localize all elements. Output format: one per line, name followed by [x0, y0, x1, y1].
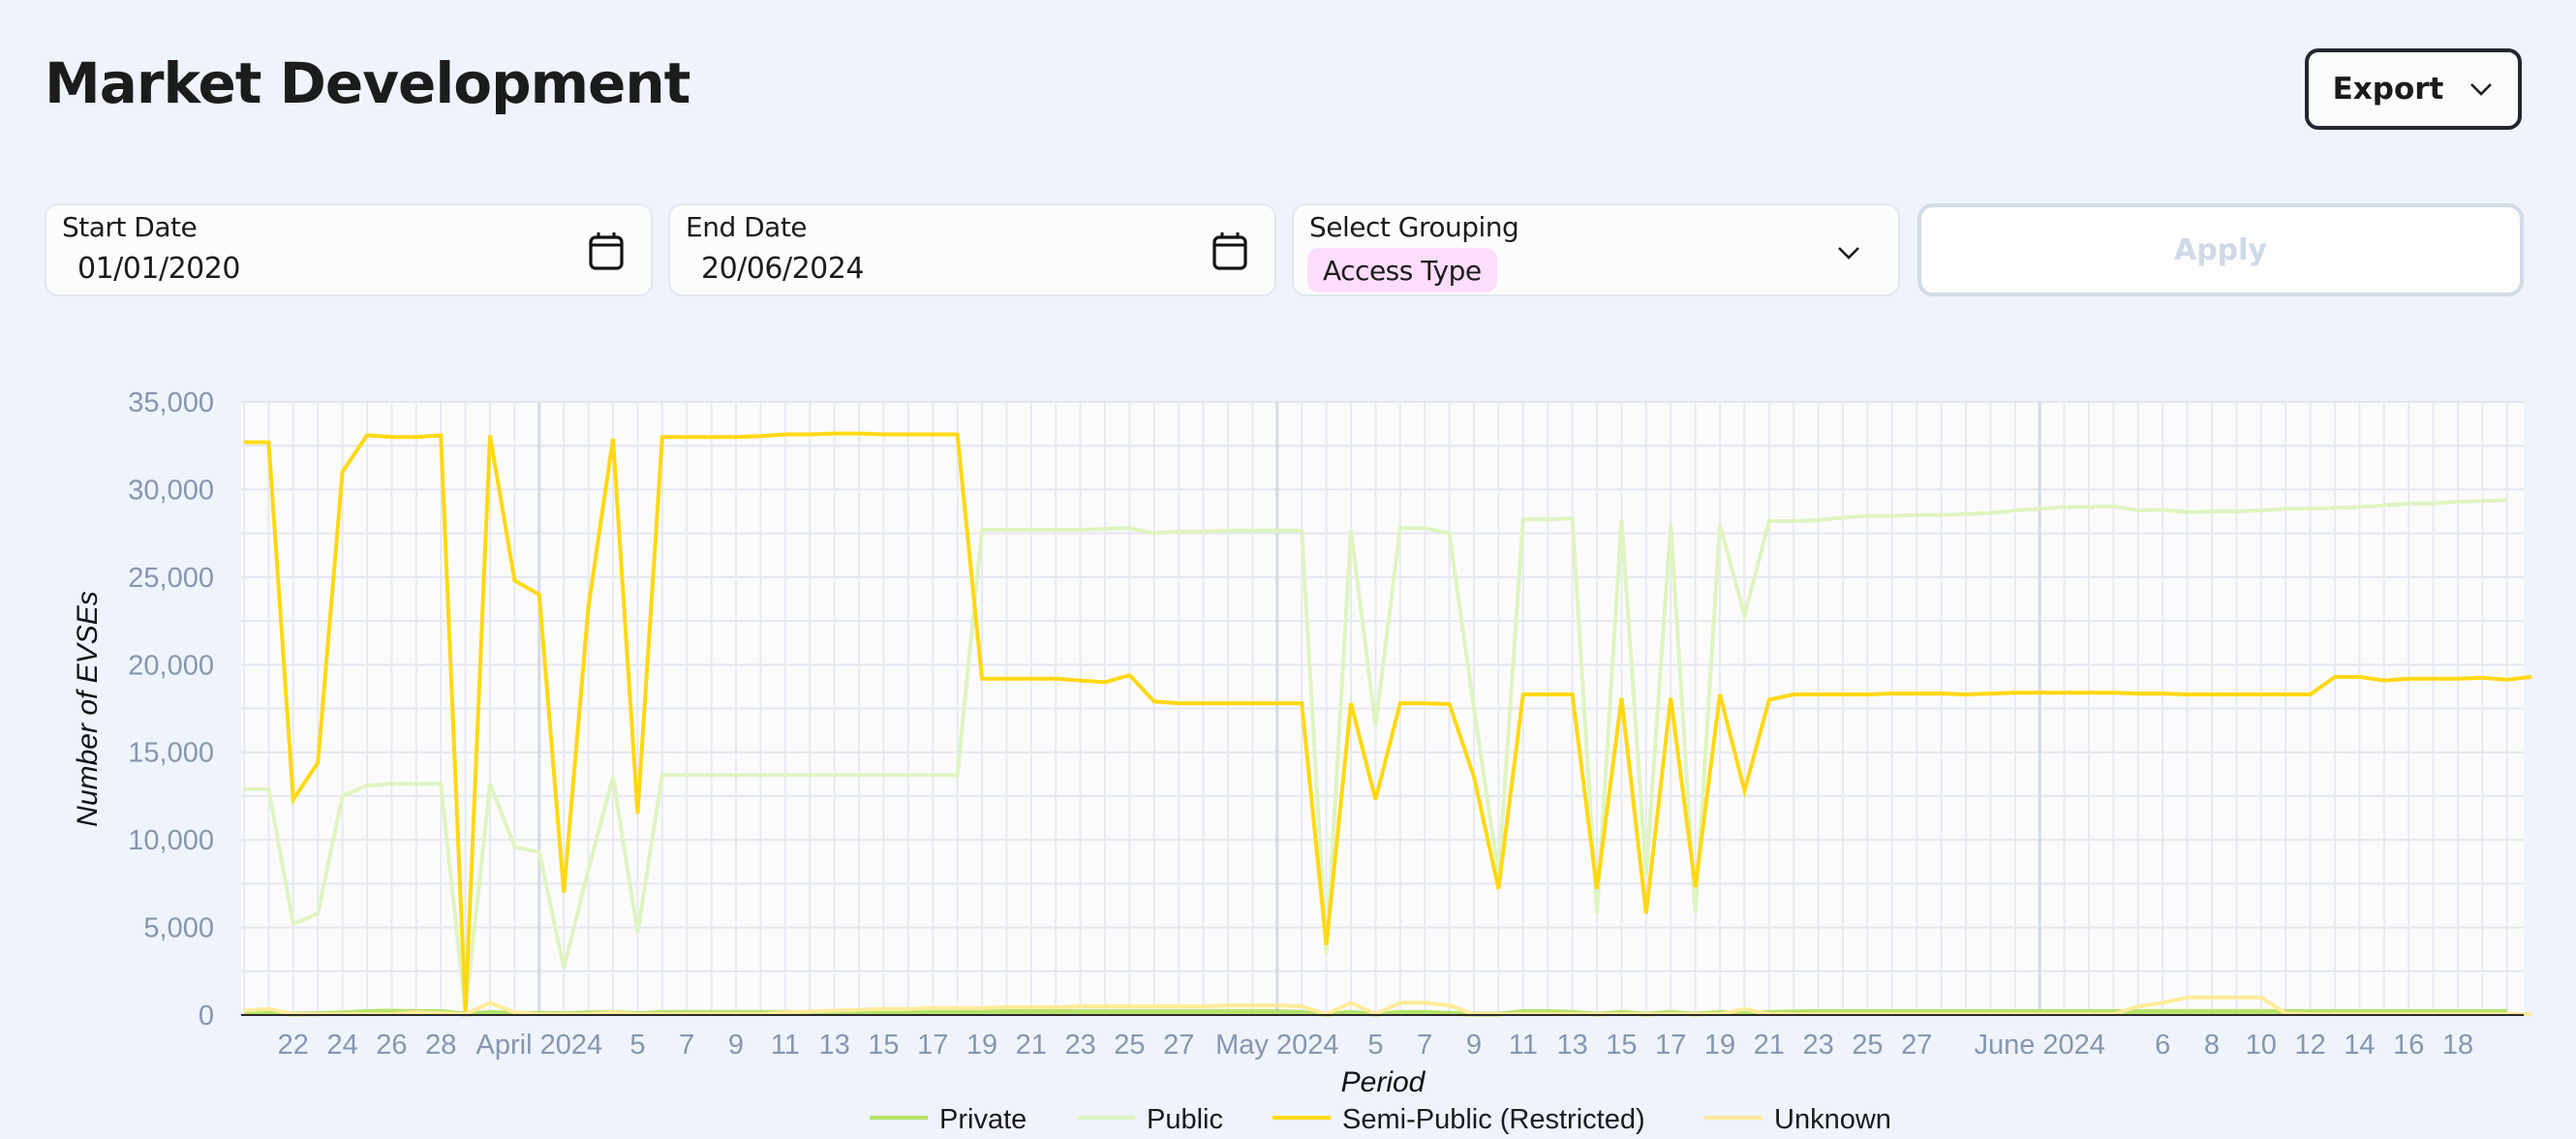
- x-axis-ticks: 22 24 26 28 April 2024 5 7 9 11 13 15 17 19 21 23 25 27 M…: [278, 1030, 2473, 1061]
- x-tick-label: 27: [1901, 1030, 1932, 1061]
- x-tick-label: 7: [1417, 1030, 1432, 1061]
- legend-item: Public: [1077, 1104, 1223, 1135]
- start-date-value: 01/01/2020: [77, 252, 240, 286]
- x-tick-label: May 2024: [1215, 1030, 1338, 1061]
- x-tick-label: April 2024: [476, 1030, 603, 1061]
- x-tick-label: 17: [917, 1030, 948, 1061]
- y-tick-label: 15,000: [128, 738, 214, 769]
- export-label: Export: [2332, 72, 2444, 107]
- legend-label: Private: [939, 1104, 1027, 1135]
- x-tick-label: 11: [771, 1030, 800, 1061]
- end-date-label: End Date: [686, 211, 808, 243]
- y-tick-label: 0: [199, 1000, 214, 1031]
- legend-item: Semi-Public (Restricted): [1273, 1104, 1645, 1135]
- x-axis-title: Period: [1341, 1066, 1426, 1098]
- x-tick-label: 15: [1606, 1030, 1637, 1061]
- x-tick-label: 23: [1802, 1030, 1833, 1061]
- x-tick-label: 19: [966, 1030, 997, 1061]
- y-tick-label: 20,000: [128, 650, 214, 681]
- line-chart: 0 5,000 10,000 15,000 20,000 25,000 30,000 35,0…: [72, 387, 2532, 1135]
- export-button[interactable]: Export: [2305, 48, 2522, 130]
- grouping-chip-access-type[interactable]: Access Type: [1307, 248, 1497, 292]
- x-tick-label: 15: [868, 1030, 899, 1061]
- x-tick-label: 9: [728, 1030, 744, 1061]
- y-tick-label: 35,000: [128, 387, 214, 418]
- x-tick-label: 5: [629, 1030, 645, 1061]
- grouping-select[interactable]: Select Grouping Access Type: [1292, 203, 1900, 296]
- grouping-label: Select Grouping: [1309, 211, 1519, 243]
- x-tick-label: 13: [818, 1030, 849, 1061]
- x-tick-label: 13: [1556, 1030, 1587, 1061]
- x-tick-label: 21: [1754, 1030, 1785, 1061]
- x-tick-label: 11: [1509, 1030, 1538, 1061]
- y-tick-label: 30,000: [128, 475, 214, 506]
- x-tick-label: 21: [1016, 1030, 1047, 1061]
- x-tick-label: 18: [2442, 1030, 2473, 1061]
- page-title: Market Development: [45, 50, 690, 116]
- x-tick-label: 28: [425, 1030, 456, 1061]
- x-tick-label: June 2024: [1974, 1030, 2104, 1061]
- y-tick-label: 10,000: [128, 825, 214, 856]
- end-date-value: 20/06/2024: [701, 252, 864, 286]
- calendar-icon[interactable]: [1211, 231, 1249, 271]
- legend-item: Private: [870, 1104, 1027, 1135]
- legend-label: Semi-Public (Restricted): [1342, 1104, 1645, 1135]
- x-tick-label: 25: [1852, 1030, 1883, 1061]
- x-tick-label: 26: [376, 1030, 407, 1061]
- legend: Private Public Semi-Public (Restricted) Unk…: [870, 1104, 1891, 1135]
- y-axis-ticks: 0 5,000 10,000 15,000 20,000 25,000 30,000 35,0…: [128, 387, 214, 1031]
- y-tick-label: 25,000: [128, 563, 214, 594]
- legend-label: Public: [1147, 1104, 1223, 1135]
- x-tick-label: 25: [1114, 1030, 1145, 1061]
- apply-button[interactable]: Apply: [1917, 203, 2524, 296]
- x-tick-label: 22: [278, 1030, 309, 1061]
- x-tick-label: 6: [2155, 1030, 2170, 1061]
- x-tick-label: 17: [1655, 1030, 1686, 1061]
- start-date-field[interactable]: Start Date 01/01/2020: [45, 203, 653, 296]
- x-tick-label: 8: [2204, 1030, 2220, 1061]
- x-tick-label: 12: [2294, 1030, 2325, 1061]
- x-tick-label: 10: [2246, 1030, 2277, 1061]
- y-tick-label: 5,000: [143, 913, 214, 944]
- x-tick-label: 9: [1466, 1030, 1482, 1061]
- x-tick-label: 19: [1704, 1030, 1735, 1061]
- end-date-field[interactable]: End Date 20/06/2024: [668, 203, 1276, 296]
- y-axis-title: Number of EVSEs: [72, 591, 104, 826]
- x-tick-label: 14: [2344, 1030, 2375, 1061]
- chevron-down-icon: [2470, 83, 2493, 96]
- legend-label: Unknown: [1774, 1104, 1891, 1135]
- x-tick-label: 27: [1163, 1030, 1194, 1061]
- x-tick-label: 16: [2393, 1030, 2424, 1061]
- legend-item: Unknown: [1704, 1104, 1891, 1135]
- x-tick-label: 5: [1367, 1030, 1383, 1061]
- x-tick-label: 24: [326, 1030, 357, 1061]
- x-tick-label: 23: [1064, 1030, 1095, 1061]
- chevron-down-icon[interactable]: [1836, 244, 1861, 262]
- x-tick-label: 7: [679, 1030, 694, 1061]
- start-date-label: Start Date: [62, 211, 198, 243]
- calendar-icon[interactable]: [587, 231, 626, 271]
